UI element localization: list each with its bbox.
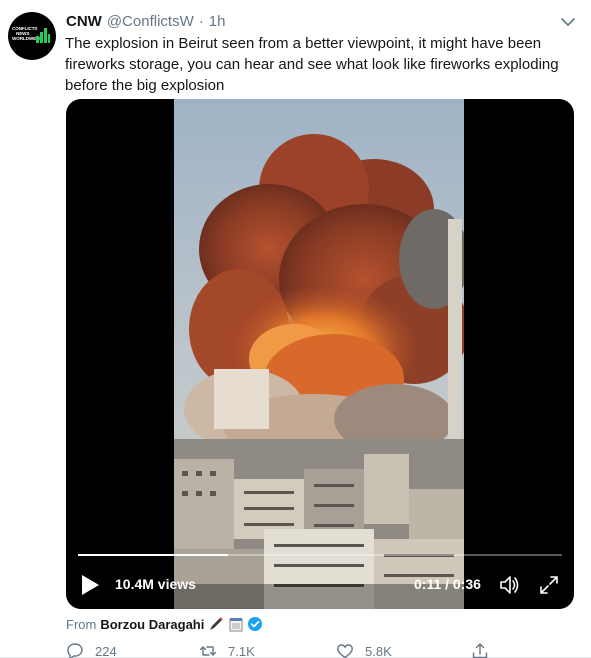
action-bar: 224 7.1K 5.8K: [0, 640, 591, 658]
retweet-count: 7.1K: [228, 643, 255, 658]
like-count: 5.8K: [365, 643, 392, 658]
video-time: 0:11 / 0:36: [414, 576, 481, 592]
tweet-text: The explosion in Beirut seen from a bett…: [65, 35, 559, 94]
play-icon[interactable]: [80, 574, 100, 596]
like-button[interactable]: 5.8K: [336, 640, 392, 658]
tweet[interactable]: CONFLICTS NEWS WORLDWIDE CNW @ConflictsW…: [0, 0, 591, 658]
pen-icon: [208, 616, 224, 632]
like-icon: [337, 644, 353, 658]
retweet-icon: [199, 646, 217, 656]
view-count: 10.4M views: [115, 576, 196, 592]
attribution-name[interactable]: Borzou Daragahi: [100, 617, 204, 632]
chevron-down-icon[interactable]: [559, 13, 577, 31]
author-name[interactable]: CNW: [66, 13, 102, 30]
verified-badge-icon: [248, 617, 263, 631]
share-button[interactable]: [471, 640, 489, 658]
video-player[interactable]: 10.4M views 0:11 / 0:36: [66, 99, 574, 609]
video-attribution: From Borzou Daragahi: [66, 615, 263, 633]
progress-bar[interactable]: [78, 554, 562, 556]
progress-fill: [78, 554, 229, 556]
tweet-header: CNW @ConflictsW · 1h: [66, 11, 225, 31]
video-frame: [174, 99, 464, 609]
separator-dot: ·: [198, 12, 204, 30]
notepad-icon: [228, 616, 244, 632]
retweet-button[interactable]: 7.1K: [199, 640, 255, 658]
from-label: From: [66, 616, 97, 632]
avatar[interactable]: CONFLICTS NEWS WORLDWIDE: [8, 12, 56, 60]
reply-icon: [67, 643, 83, 658]
logo-bars-icon: [36, 28, 50, 43]
volume-icon[interactable]: [498, 574, 520, 596]
reply-count: 224: [95, 643, 117, 658]
share-icon: [472, 643, 488, 658]
reply-button[interactable]: 224: [66, 640, 117, 658]
timestamp[interactable]: 1h: [209, 13, 226, 30]
author-handle[interactable]: @ConflictsW: [107, 13, 194, 30]
fullscreen-icon[interactable]: [538, 574, 560, 596]
